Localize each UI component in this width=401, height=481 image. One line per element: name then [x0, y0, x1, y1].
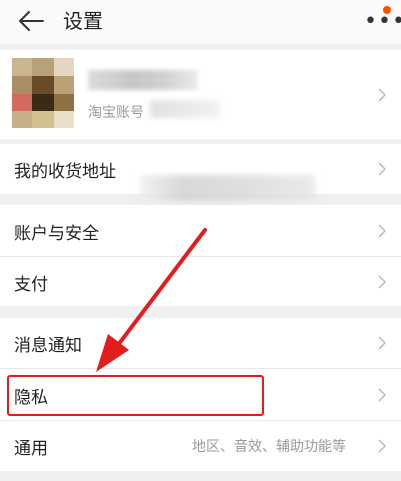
- chevron-right-icon: [378, 162, 387, 176]
- avatar[interactable]: [12, 58, 74, 128]
- back-arrow-icon[interactable]: [18, 9, 44, 33]
- header-bar: 设置 •••: [0, 0, 401, 44]
- more-icon[interactable]: •••: [364, 11, 401, 33]
- general-value: 地区、音效、辅助功能等: [192, 439, 346, 455]
- notification-dot: [383, 6, 391, 14]
- account-id-redacted: [150, 100, 220, 118]
- chevron-right-icon: [378, 275, 387, 289]
- row-payment[interactable]: 支付: [0, 257, 401, 306]
- chevron-right-icon: [378, 224, 387, 238]
- row-label: 支付: [14, 275, 48, 295]
- chevron-right-icon: [378, 336, 387, 350]
- chevron-right-icon: [378, 388, 387, 402]
- page-title: 设置: [63, 9, 103, 33]
- chevron-right-icon: [378, 88, 387, 102]
- row-label: 我的收货地址: [14, 162, 116, 182]
- chevron-right-icon: [378, 439, 387, 453]
- row-label: 通用: [14, 439, 48, 459]
- privacy-highlight-box: [7, 375, 264, 416]
- address-redacted: [140, 175, 315, 201]
- row-label: 消息通知: [14, 336, 82, 356]
- row-label: 账户与安全: [14, 224, 99, 244]
- row-account-security[interactable]: 账户与安全: [0, 205, 401, 256]
- username-redacted: [88, 70, 198, 90]
- row-notifications[interactable]: 消息通知: [0, 318, 401, 368]
- account-label: 淘宝账号: [88, 105, 144, 121]
